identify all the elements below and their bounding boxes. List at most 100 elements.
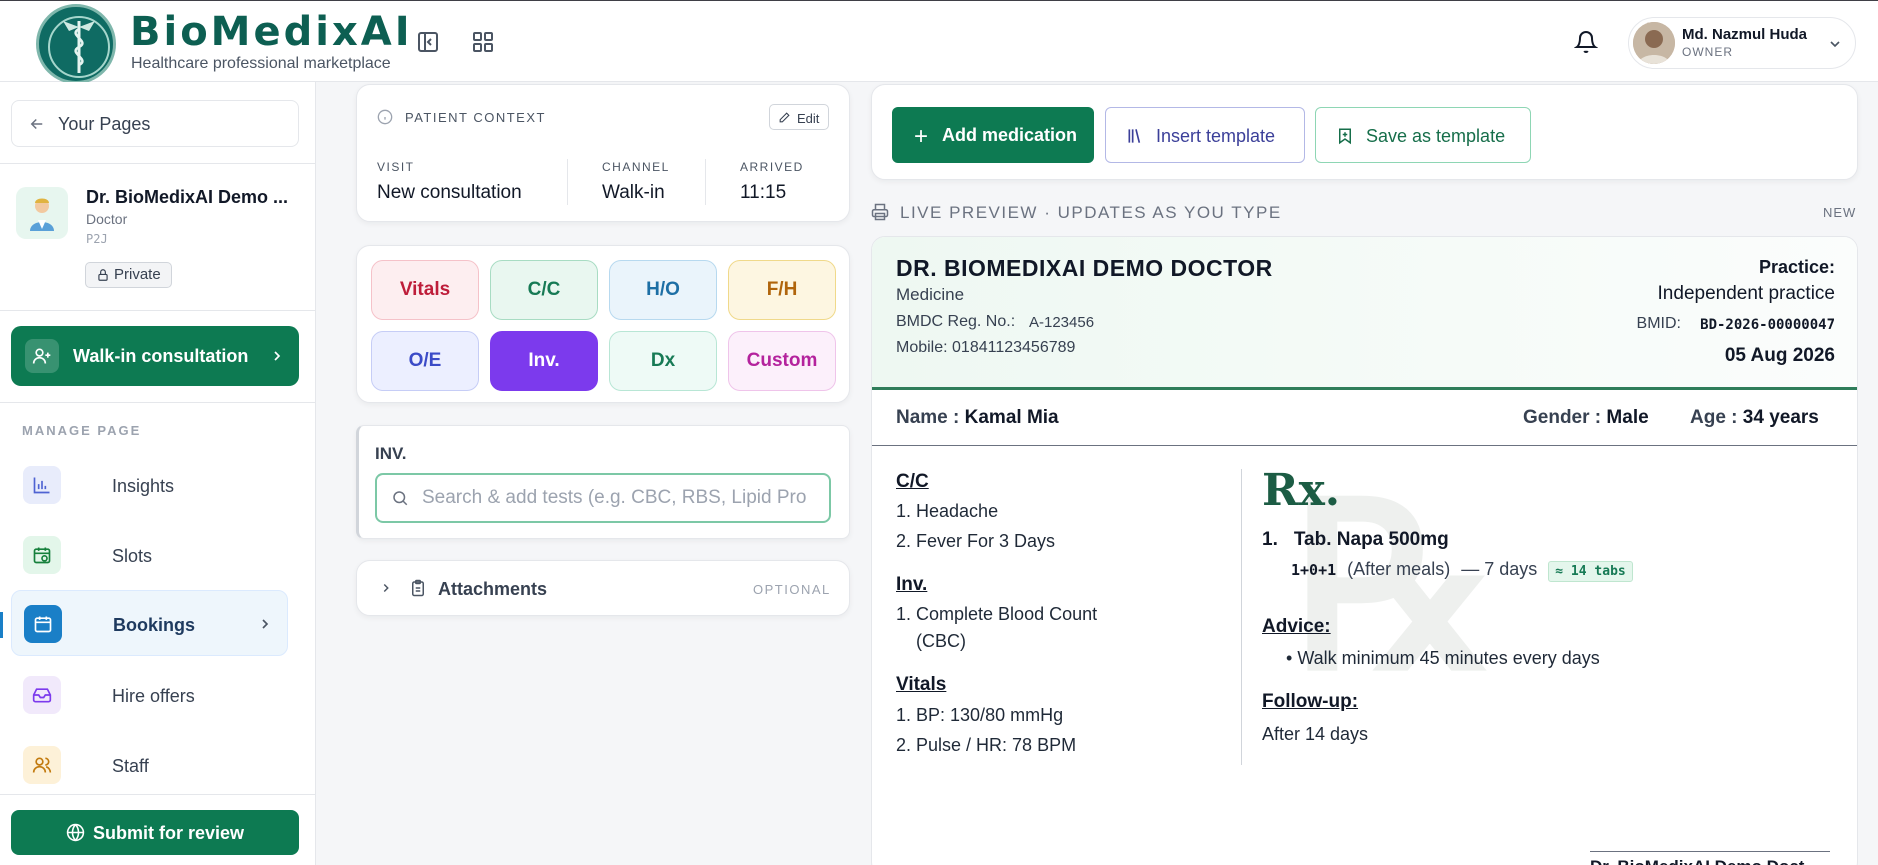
rx-symbol: Rx. <box>1262 465 1341 516</box>
calendar-clock-icon <box>23 536 61 574</box>
inbox-icon <box>23 676 61 714</box>
tab-oe[interactable]: O/E <box>371 331 479 391</box>
bell-icon[interactable] <box>1573 29 1599 55</box>
tab-dx[interactable]: Dx <box>609 331 717 391</box>
bookmark-plus-icon <box>1339 128 1351 145</box>
back-to-pages-button[interactable]: Your Pages <box>11 100 299 147</box>
tab-vitals[interactable]: Vitals <box>371 260 479 320</box>
brand-name: BioMedixAI <box>130 9 413 55</box>
clipboard-icon <box>412 579 424 597</box>
walk-in-label: Walk-in consultation <box>73 346 249 366</box>
inv-panel: INV. Search & add tests (e.g. CBC, RBS, … <box>356 425 850 539</box>
sidebar-item-label: Insights <box>112 476 175 496</box>
search-icon <box>393 491 408 506</box>
edit-button[interactable]: Edit <box>769 104 829 130</box>
submit-for-review-button[interactable]: Submit for review <box>11 810 299 855</box>
insert-template-label: Insert template <box>1156 126 1276 146</box>
sidebar: Your Pages Dr. BioMedixAI Demo ... Docto… <box>0 82 316 865</box>
rx-mobile: Mobile: 01841123456789 <box>896 339 1076 356</box>
sidebar-item-insights[interactable]: Insights <box>11 452 288 518</box>
sidebar-item-label: Staff <box>112 756 149 776</box>
followup-value: After 14 days <box>1262 724 1369 744</box>
advice-title: Advice: <box>1262 616 1331 637</box>
patient-age: 34 years <box>1742 407 1819 428</box>
list-item: 2. Pulse / HR: 78 BPM <box>896 735 1077 755</box>
chevron-down-icon <box>1830 41 1840 48</box>
rx-doctor-name: DR. BIOMEDIXAI DEMO DOCTOR <box>896 255 1273 281</box>
attachments-row[interactable]: Attachments OPTIONAL <box>356 560 850 616</box>
doctor-title: Doctor <box>86 211 128 227</box>
visibility-badge: Private <box>85 262 172 288</box>
chevron-right-icon <box>274 351 281 361</box>
prescription-header: DR. BIOMEDIXAI DEMO DOCTOR Medicine BMDC… <box>872 237 1857 390</box>
med-name: Tab. Napa 500mg <box>1293 529 1449 550</box>
save-as-template-button[interactable]: Save as template <box>1315 107 1531 163</box>
save-template-label: Save as template <box>1366 126 1506 146</box>
doctor-code: P2J <box>86 232 108 246</box>
channel-value: Walk-in <box>602 182 665 203</box>
name-label: Name <box>896 407 948 428</box>
rx-practice-value: Independent practice <box>1657 283 1835 304</box>
brand-tagline: Healthcare professional marketplace <box>131 55 391 72</box>
followup-title: Follow-up: <box>1262 691 1359 712</box>
brand-logo[interactable] <box>36 4 116 84</box>
optional-tag: OPTIONAL <box>753 582 831 597</box>
avatar <box>1633 22 1675 64</box>
tab-ho[interactable]: H/O <box>609 260 717 320</box>
section-chips-card: Vitals C/C H/O F/H O/E Inv. Dx Custom <box>356 245 850 403</box>
active-indicator <box>0 612 3 638</box>
back-label: Your Pages <box>58 114 151 134</box>
rx-reg-value: A-123456 <box>1029 314 1095 331</box>
insert-template-button[interactable]: Insert template <box>1105 107 1305 163</box>
edit-icon <box>779 112 790 123</box>
age-label: Age <box>1690 407 1726 428</box>
visit-label: VISIT <box>377 160 415 174</box>
edit-label: Edit <box>797 111 820 126</box>
sidebar-item-hire-offers[interactable]: Hire offers <box>11 662 288 728</box>
arrow-left-icon <box>30 118 43 130</box>
doctor-name: Dr. BioMedixAI Demo ... <box>86 187 289 207</box>
rx-date: 05 Aug 2026 <box>1724 345 1835 366</box>
sidebar-item-bookings[interactable]: Bookings <box>11 590 288 656</box>
user-name: Md. Nazmul Huda <box>1682 26 1808 43</box>
inv-search-field[interactable]: Search & add tests (e.g. CBC, RBS, Lipid… <box>375 473 831 523</box>
medication-action-bar: + Add medication Insert template Save as… <box>871 84 1858 180</box>
calendar-icon <box>24 605 62 643</box>
tab-fh[interactable]: F/H <box>728 260 836 320</box>
patient-context-card: PATIENT CONTEXT Edit VISIT New consultat… <box>356 84 850 222</box>
list-item: (CBC) <box>916 631 966 651</box>
add-medication-label: Add medication <box>942 125 1078 145</box>
sidebar-item-staff[interactable]: Staff <box>11 732 288 798</box>
arrived-label: ARRIVED <box>740 160 804 174</box>
printer-icon <box>871 203 889 221</box>
live-preview-label: LIVE PREVIEW · UPDATES AS YOU TYPE <box>900 203 1282 222</box>
chevron-right-icon <box>262 619 269 629</box>
users-icon <box>23 746 61 784</box>
apps-grid-icon[interactable] <box>470 29 496 55</box>
med-timing: (After meals) <box>1347 559 1451 579</box>
sidebar-toggle-icon[interactable] <box>415 29 441 55</box>
globe-icon <box>66 823 85 842</box>
channel-label: CHANNEL <box>602 160 670 174</box>
list-item: 1. BP: 130/80 mmHg <box>896 705 1064 725</box>
column-divider <box>1241 469 1242 765</box>
divider <box>705 159 706 205</box>
user-menu[interactable]: Md. Nazmul Huda OWNER <box>1628 17 1856 69</box>
add-medication-button[interactable]: + Add medication <box>892 107 1094 163</box>
top-bar: BioMedixAI Healthcare professional marke… <box>0 0 1878 84</box>
medication-dosage: 1+0+1 (After meals) — 7 days ≈ 14 tabs <box>1291 559 1633 582</box>
library-icon <box>1128 129 1141 143</box>
med-qty-badge: ≈ 14 tabs <box>1548 561 1633 582</box>
sidebar-item-slots[interactable]: Slots <box>11 522 288 588</box>
tab-custom[interactable]: Custom <box>728 331 836 391</box>
list-item: 1. Complete Blood Count <box>896 604 1098 624</box>
user-plus-icon <box>25 339 59 373</box>
visit-value: New consultation <box>377 182 522 203</box>
walk-in-consultation-button[interactable]: Walk-in consultation <box>11 326 299 386</box>
info-icon <box>377 109 393 125</box>
prescription-preview: DR. BIOMEDIXAI DEMO DOCTOR Medicine BMDC… <box>871 236 1858 865</box>
sidebar-item-label: Bookings <box>113 615 196 635</box>
tab-cc[interactable]: C/C <box>490 260 598 320</box>
inv-panel-title: INV. <box>375 444 407 463</box>
tab-inv[interactable]: Inv. <box>490 331 598 391</box>
